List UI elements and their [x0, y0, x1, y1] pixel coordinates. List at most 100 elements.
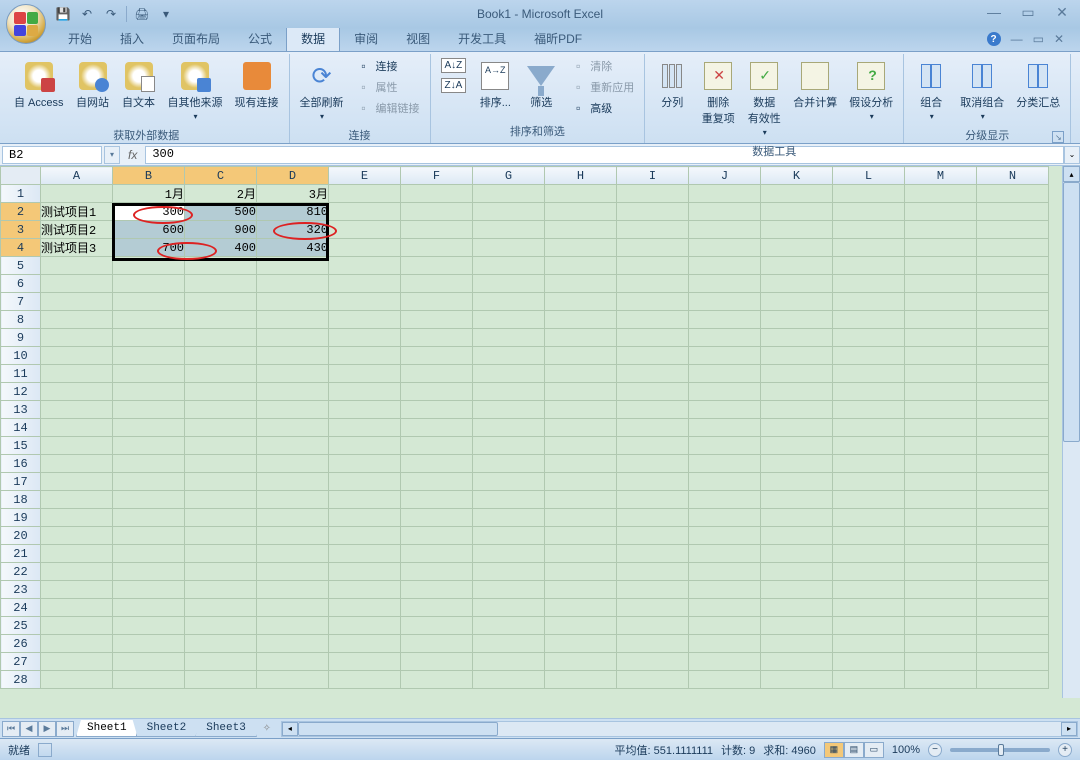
cell-A7[interactable] [41, 293, 113, 311]
scroll-thumb-h[interactable] [298, 722, 498, 736]
workbook-close[interactable]: ✕ [1054, 32, 1064, 46]
ribbon-btn-0-0[interactable]: 自 Access [10, 56, 68, 114]
name-box[interactable]: B2 [2, 146, 102, 164]
cell-N15[interactable] [977, 437, 1049, 455]
cell-I11[interactable] [617, 365, 689, 383]
cell-E14[interactable] [329, 419, 401, 437]
cell-L7[interactable] [833, 293, 905, 311]
cell-A9[interactable] [41, 329, 113, 347]
cell-D23[interactable] [257, 581, 329, 599]
cell-N14[interactable] [977, 419, 1049, 437]
cell-D2[interactable]: 810 [257, 203, 329, 221]
cell-J7[interactable] [689, 293, 761, 311]
cell-G19[interactable] [473, 509, 545, 527]
cell-J15[interactable] [689, 437, 761, 455]
cell-K12[interactable] [761, 383, 833, 401]
zoom-slider[interactable] [950, 748, 1050, 752]
cell-D4[interactable]: 430 [257, 239, 329, 257]
maximize-button[interactable]: ▭ [1020, 4, 1036, 21]
cell-E7[interactable] [329, 293, 401, 311]
cell-D10[interactable] [257, 347, 329, 365]
cell-H2[interactable] [545, 203, 617, 221]
ribbon-tab-3[interactable]: 公式 [234, 26, 286, 51]
cell-K18[interactable] [761, 491, 833, 509]
cell-K25[interactable] [761, 617, 833, 635]
cell-C24[interactable] [185, 599, 257, 617]
cell-B1[interactable]: 1月 [113, 185, 185, 203]
cell-J25[interactable] [689, 617, 761, 635]
cell-M3[interactable] [905, 221, 977, 239]
cell-N2[interactable] [977, 203, 1049, 221]
cell-H15[interactable] [545, 437, 617, 455]
cell-J27[interactable] [689, 653, 761, 671]
cell-J4[interactable] [689, 239, 761, 257]
cell-B22[interactable] [113, 563, 185, 581]
sheet-tab-Sheet2[interactable]: Sheet2 [136, 720, 198, 737]
cell-F21[interactable] [401, 545, 473, 563]
cell-D26[interactable] [257, 635, 329, 653]
cell-M10[interactable] [905, 347, 977, 365]
cell-N3[interactable] [977, 221, 1049, 239]
qat-save[interactable]: 💾 [54, 5, 72, 23]
cell-G13[interactable] [473, 401, 545, 419]
cell-H10[interactable] [545, 347, 617, 365]
cell-I24[interactable] [617, 599, 689, 617]
cell-B10[interactable] [113, 347, 185, 365]
cell-I13[interactable] [617, 401, 689, 419]
cell-H16[interactable] [545, 455, 617, 473]
cell-G3[interactable] [473, 221, 545, 239]
qat-customize-icon[interactable]: ▾ [157, 5, 175, 23]
cell-G28[interactable] [473, 671, 545, 689]
name-box-dropdown[interactable]: ▾ [104, 146, 120, 164]
cell-M17[interactable] [905, 473, 977, 491]
cell-A15[interactable] [41, 437, 113, 455]
cell-H6[interactable] [545, 275, 617, 293]
formula-input[interactable]: 300 [145, 146, 1064, 164]
cell-G27[interactable] [473, 653, 545, 671]
cell-J14[interactable] [689, 419, 761, 437]
cell-I12[interactable] [617, 383, 689, 401]
cell-A13[interactable] [41, 401, 113, 419]
cell-A14[interactable] [41, 419, 113, 437]
col-header-B[interactable]: B [113, 167, 185, 185]
cell-I25[interactable] [617, 617, 689, 635]
cell-A11[interactable] [41, 365, 113, 383]
cell-I14[interactable] [617, 419, 689, 437]
cell-N9[interactable] [977, 329, 1049, 347]
cell-C26[interactable] [185, 635, 257, 653]
cell-I17[interactable] [617, 473, 689, 491]
cell-E3[interactable] [329, 221, 401, 239]
row-header-8[interactable]: 8 [1, 311, 41, 329]
cell-K6[interactable] [761, 275, 833, 293]
cell-J22[interactable] [689, 563, 761, 581]
row-header-12[interactable]: 12 [1, 383, 41, 401]
ribbon-tab-4[interactable]: 数据 [286, 25, 340, 51]
cell-F14[interactable] [401, 419, 473, 437]
zoom-out-button[interactable]: − [928, 743, 942, 757]
cell-M13[interactable] [905, 401, 977, 419]
ribbon-btn-3-0[interactable]: 分列 [651, 56, 693, 114]
cell-H25[interactable] [545, 617, 617, 635]
ribbon-btn-2-2[interactable]: A→Z排序... [474, 56, 516, 114]
cell-F10[interactable] [401, 347, 473, 365]
cell-F12[interactable] [401, 383, 473, 401]
help-icon[interactable]: ? [987, 32, 1001, 46]
cell-F1[interactable] [401, 185, 473, 203]
cell-M24[interactable] [905, 599, 977, 617]
cell-M5[interactable] [905, 257, 977, 275]
cell-K24[interactable] [761, 599, 833, 617]
cell-K27[interactable] [761, 653, 833, 671]
cell-B8[interactable] [113, 311, 185, 329]
cell-E11[interactable] [329, 365, 401, 383]
cell-D15[interactable] [257, 437, 329, 455]
cell-I20[interactable] [617, 527, 689, 545]
cell-C7[interactable] [185, 293, 257, 311]
cell-G22[interactable] [473, 563, 545, 581]
cell-J18[interactable] [689, 491, 761, 509]
cell-E12[interactable] [329, 383, 401, 401]
cell-M20[interactable] [905, 527, 977, 545]
cell-B14[interactable] [113, 419, 185, 437]
cell-N12[interactable] [977, 383, 1049, 401]
cell-C8[interactable] [185, 311, 257, 329]
cell-B11[interactable] [113, 365, 185, 383]
